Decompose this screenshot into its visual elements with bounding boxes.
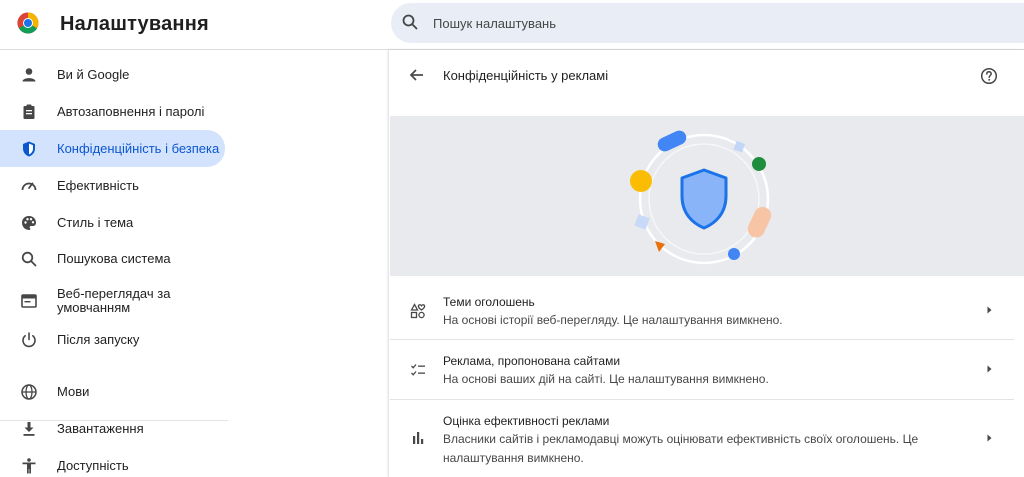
ad-topics-icon [410,303,426,319]
ad-topics-row[interactable]: Теми оголошень На основі історії веб-пер… [390,281,1024,339]
person-icon [22,68,36,82]
clipboard-icon [23,104,35,119]
sidebar-item-default-browser[interactable]: Веб-переглядач за умовчанням [0,279,225,323]
row-title: Теми оголошень [443,295,535,309]
sidebar-item-label: Мови [57,384,90,399]
sidebar-item-label: Пошукова система [57,251,171,266]
chevron-right-icon [987,365,992,373]
sidebar-item-languages[interactable]: Мови [0,374,225,410]
browser-window-icon [21,294,37,308]
ad-measurement-row[interactable]: Оцінка ефективності реклами Власники сай… [390,400,1024,477]
row-subtitle: Власники сайтів і рекламодавці можуть оц… [443,432,919,465]
chevron-right-icon [987,306,992,314]
site-suggested-ads-row[interactable]: Реклама, пропонована сайтами На основі в… [390,340,1024,398]
bar-chart-icon [413,432,424,444]
help-icon[interactable] [980,67,998,85]
privacy-shield-illustration [630,130,772,265]
page-title: Конфіденційність у рекламі [443,68,609,83]
sidebar-item-label: Стиль і тема [57,215,134,230]
back-arrow-icon[interactable] [408,66,426,84]
sidebar-item-on-startup[interactable]: Після запуску [0,322,225,358]
sidebar-item-label: Ефективність [57,178,139,193]
chrome-logo-icon [17,12,39,34]
row-title: Оцінка ефективності реклами [443,414,610,428]
palette-icon [22,216,36,230]
checklist-icon [411,364,425,376]
sidebar-item-label: Веб-переглядач за умовчанням [57,286,171,315]
sidebar-item-downloads[interactable]: Завантаження [0,411,225,447]
search-input[interactable] [433,13,933,33]
sidebar-item-privacy-security[interactable]: Конфіденційність і безпека [0,130,225,167]
sidebar-item-autofill[interactable]: Автозаповнення і паролі [0,94,225,130]
sidebar-item-search-engine[interactable]: Пошукова система [0,241,225,277]
power-icon [22,332,36,348]
sidebar-item-label: Автозаповнення і паролі [57,104,205,119]
sidebar-item-label: Конфіденційність і безпека [57,141,220,156]
chevron-right-icon [987,434,992,442]
speedometer-icon [21,182,37,191]
search-icon [402,14,418,30]
row-subtitle: На основі історії веб-перегляду. Це нала… [443,313,783,327]
sidebar-item-label: Ви й Google [57,67,130,82]
download-icon [23,422,35,436]
shield-icon [23,141,35,157]
row-subtitle: На основі ваших дій на сайті. Це налашту… [443,372,769,386]
sidebar-item-label: Завантаження [57,421,144,436]
sidebar-item-you-and-google[interactable]: Ви й Google [0,57,225,93]
sidebar-item-label: Доступність [57,458,129,473]
sidebar-item-accessibility[interactable]: Доступність [0,448,225,477]
row-title: Реклама, пропонована сайтами [443,354,621,368]
globe-icon [21,384,37,400]
sidebar-item-label: Після запуску [57,332,140,347]
sidebar-item-performance[interactable]: Ефективність [0,168,225,204]
accessibility-icon [22,458,36,474]
sidebar-item-appearance[interactable]: Стиль і тема [0,205,225,241]
app-title: Налаштування [60,13,209,35]
sidebar: Ви й Google Автозаповнення і паролі Конф… [0,55,230,477]
search-icon [21,251,37,267]
